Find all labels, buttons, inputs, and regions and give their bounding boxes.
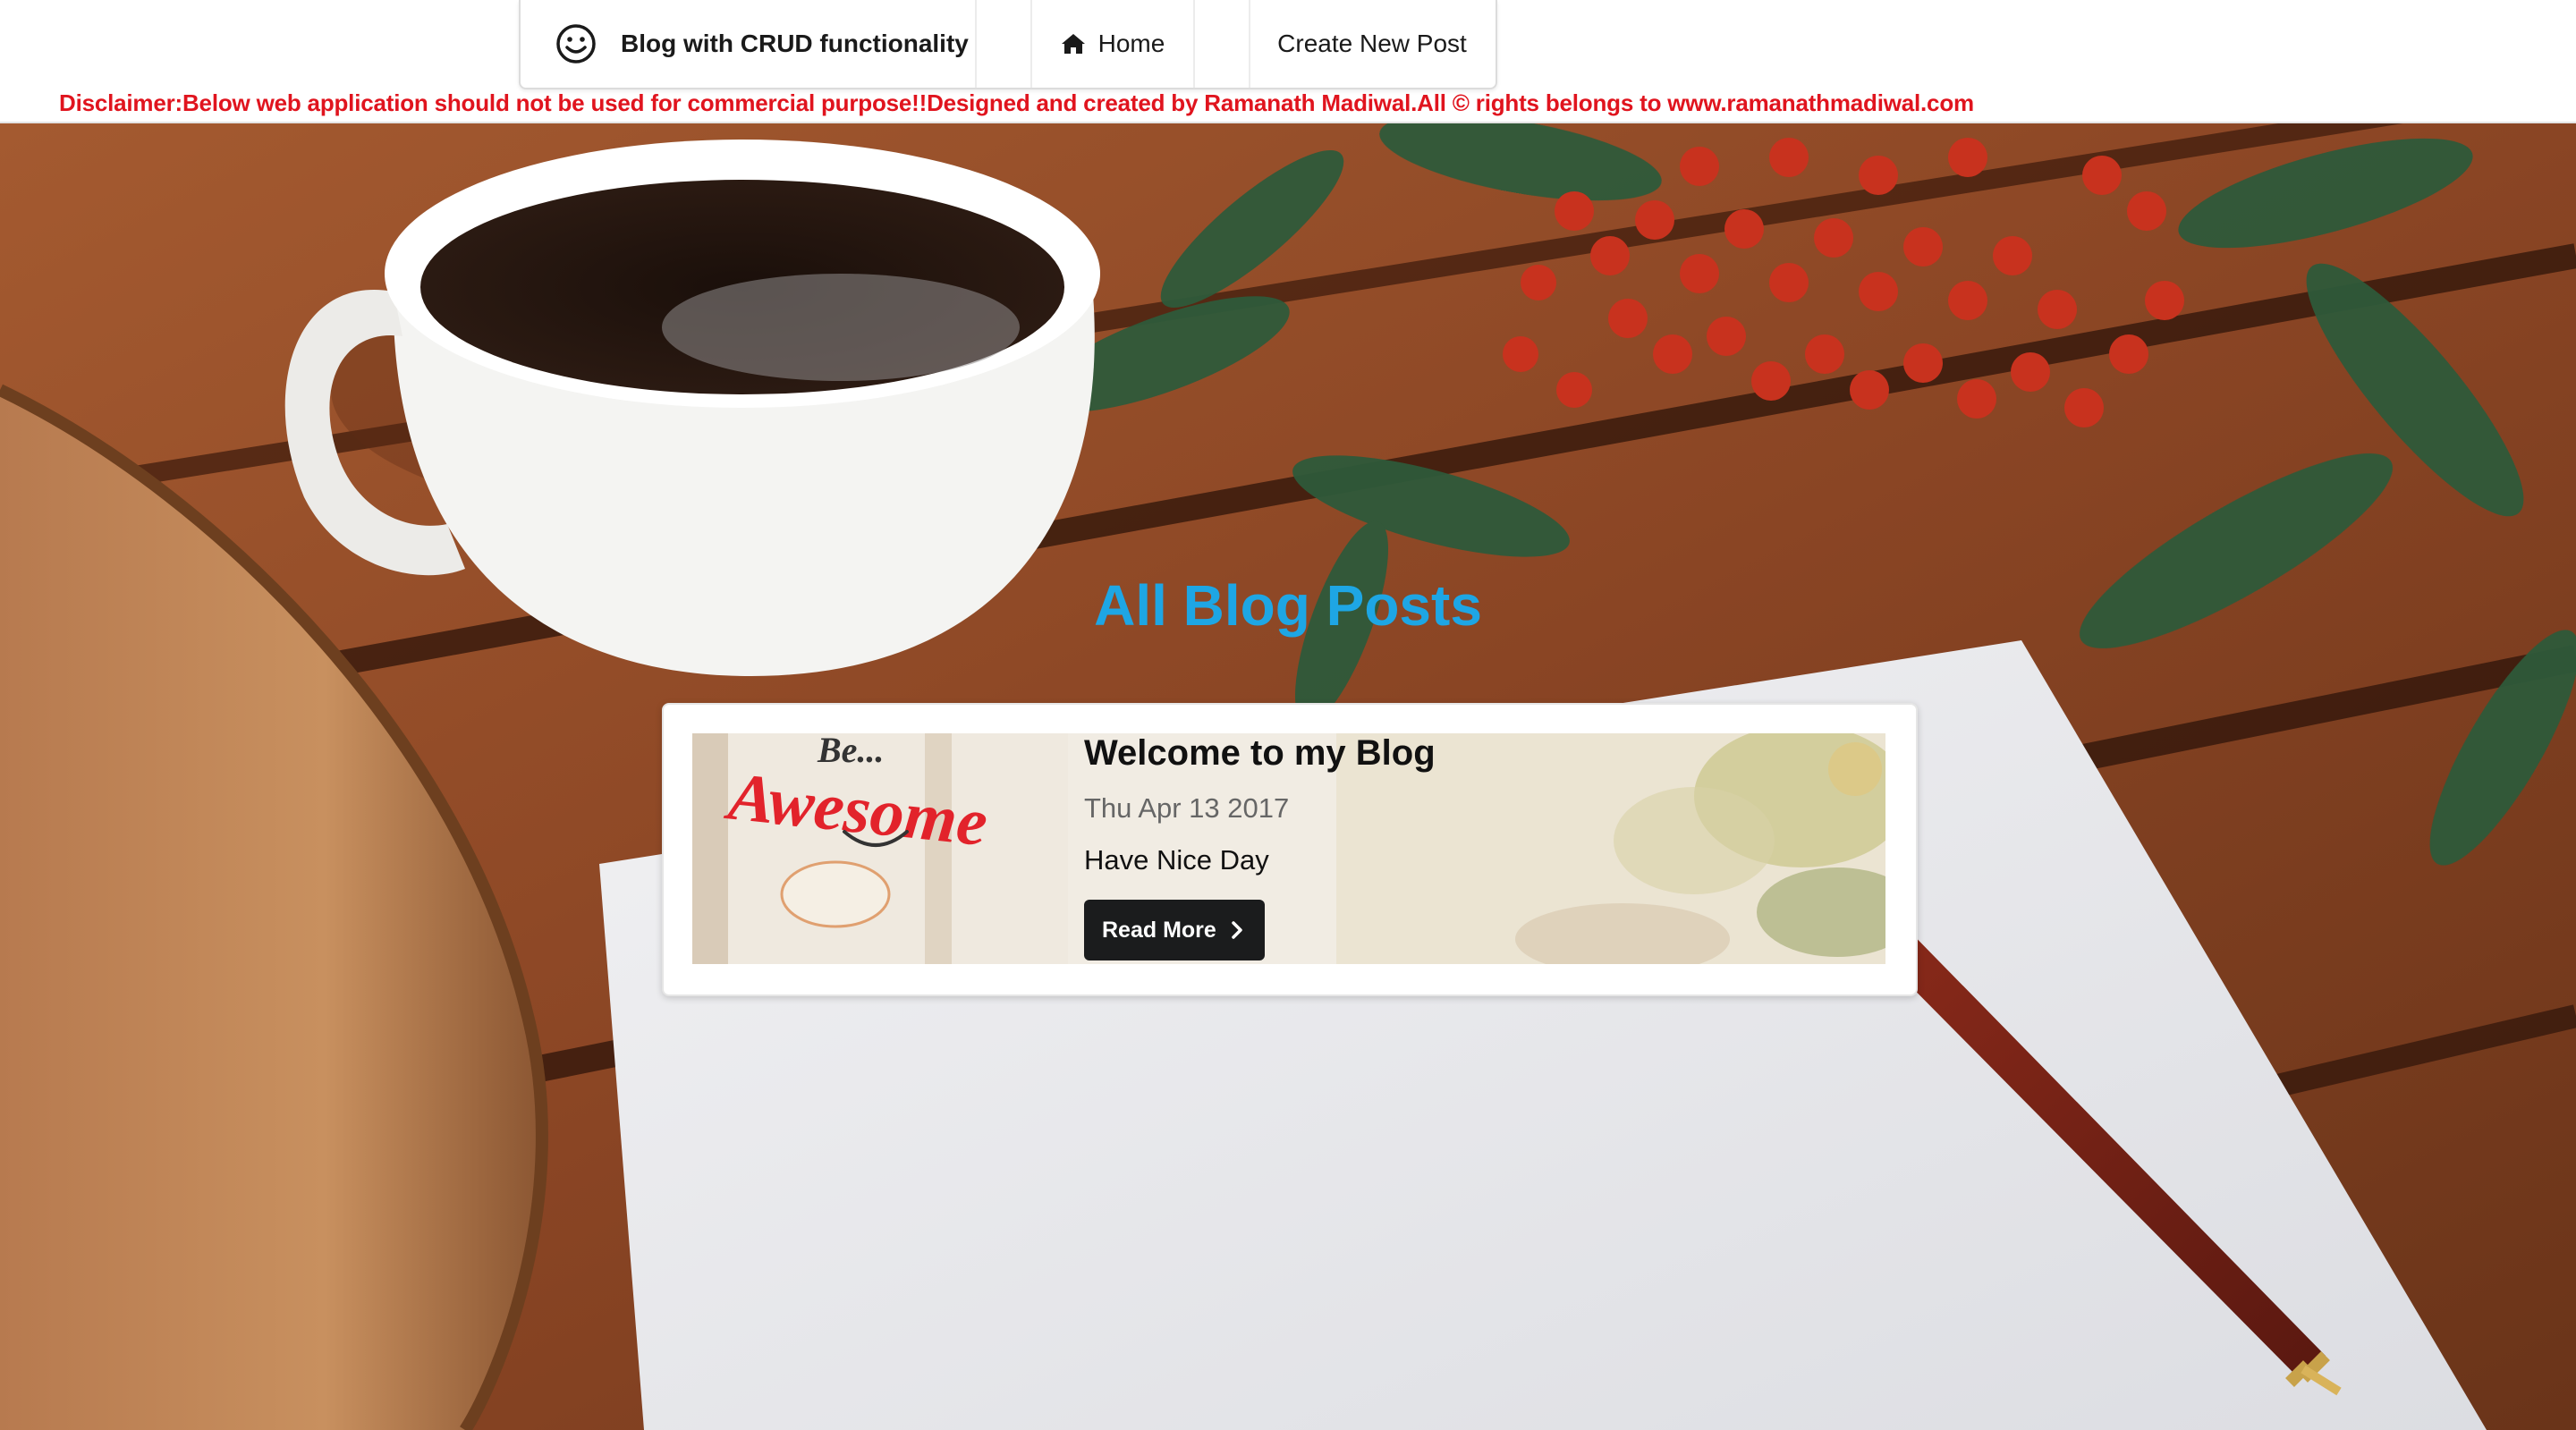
thumbnail-tagline: Be... [817,733,884,770]
brand-item[interactable]: Blog with CRUD functionality [521,0,977,88]
read-more-label: Read More [1102,917,1216,943]
brand-label: Blog with CRUD functionality [621,30,969,57]
chevron-right-icon [1232,921,1242,939]
home-icon [1061,34,1085,54]
nav-create-post-link[interactable]: Create New Post [1250,0,1494,88]
post-date: Thu Apr 13 2017 [1084,792,1290,824]
post-content: Be... Awesome Welcome to my Blog Thu Apr… [692,733,1885,964]
disclaimer-text: Disclaimer:Below web application should … [59,89,1974,116]
top-menu: Blog with CRUD functionality Home Create… [519,0,1497,89]
smile-icon [556,24,596,63]
post-card: Be... Awesome Welcome to my Blog Thu Apr… [662,703,1918,996]
post-title[interactable]: Welcome to my Blog [1084,733,1436,774]
post-thumbnail: Be... Awesome [692,733,1068,964]
post-description: Have Nice Day [1084,844,1269,876]
top-header: Blog with CRUD functionality Home Create… [0,0,2576,123]
nav-home-link[interactable]: Home [1032,0,1195,88]
home-label: Home [1097,30,1165,57]
create-post-label: Create New Post [1277,30,1467,57]
menu-divider [1195,0,1250,88]
page-title: All Blog Posts [1094,573,1482,638]
menu-divider [977,0,1032,88]
read-more-button[interactable]: Read More [1084,900,1265,960]
